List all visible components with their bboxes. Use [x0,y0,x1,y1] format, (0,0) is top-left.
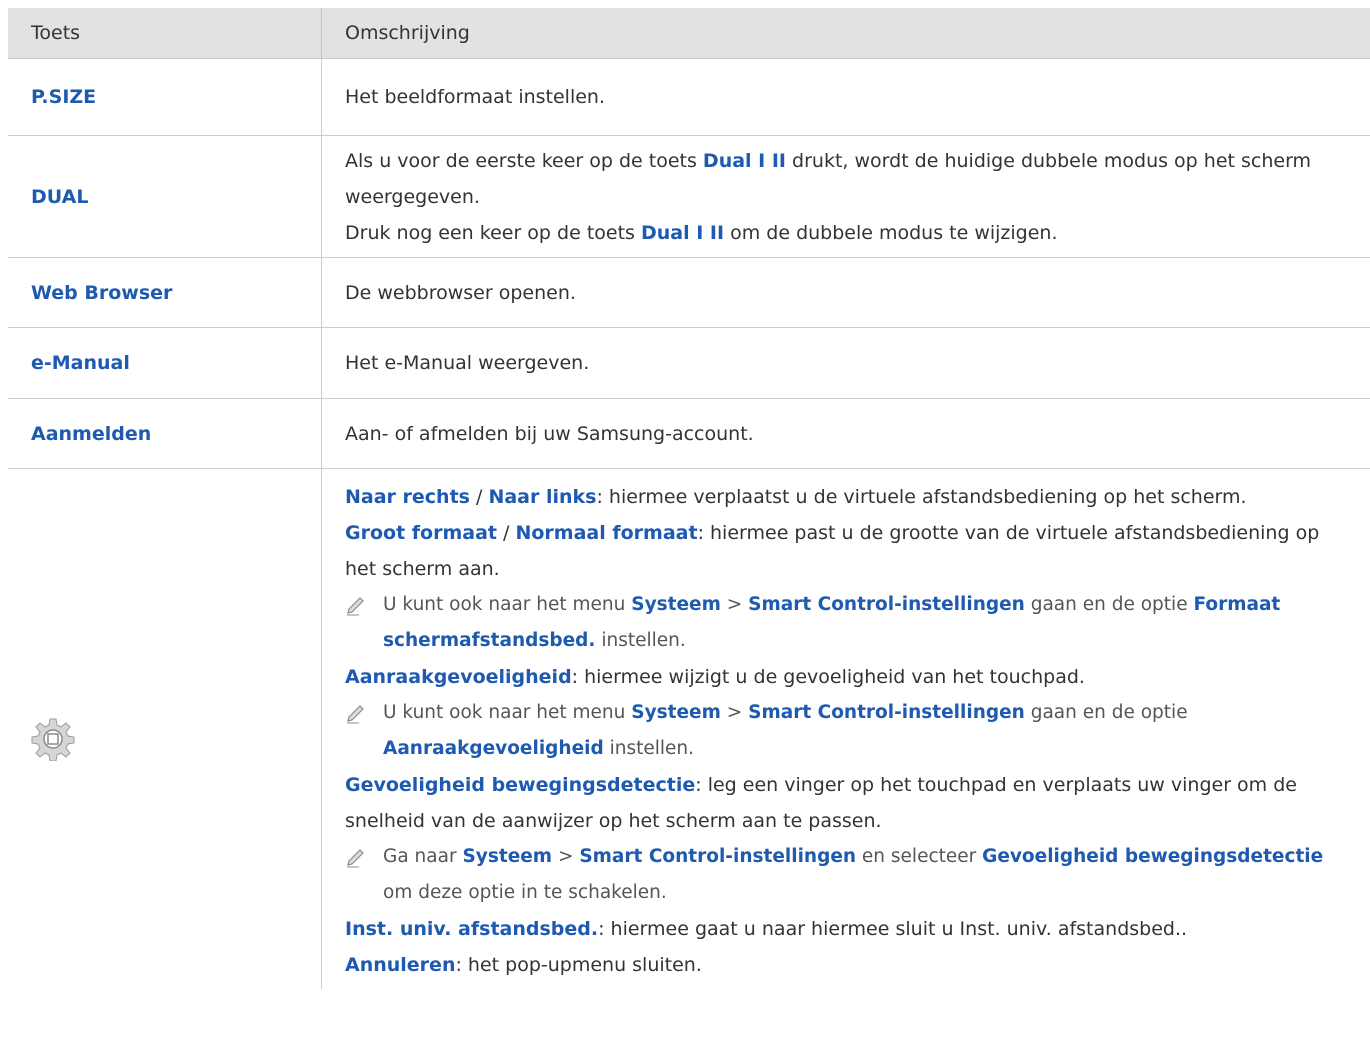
header-key: Toets [31,22,81,44]
pencil-icon [345,695,383,767]
option-motion-sensitivity: Gevoeligheid bewegingsdetectie: leg een … [345,774,1297,832]
option-cancel: Annuleren: het pop-upmenu sluiten. [345,954,702,976]
key-psize: P.SIZE [31,86,97,108]
table-row: e-Manual Het e-Manual weergeven. [8,328,1370,399]
table-row: P.SIZE Het beeldformaat instellen. [8,59,1370,136]
option-touch-sensitivity: Aanraakgevoeligheid: hiermee wijzigt u d… [345,666,1085,688]
description: Het e-Manual weergeven. [345,352,590,374]
dual-key-ref: Dual I II [702,149,786,172]
table-row: Web Browser De webbrowser openen. [8,258,1370,328]
description: De webbrowser openen. [345,281,576,304]
description: Het beeldformaat instellen. [345,86,606,108]
option-move: Naar rechts / Naar links: hiermee verpla… [345,486,1247,508]
table-header: Toets Omschrijving [8,8,1370,59]
description: Als u voor de eerste keer op de toets Du… [345,149,1312,208]
key-description-table: Toets Omschrijving P.SIZE Het beeldforma… [8,8,1370,989]
note: Ga naar Systeem > Smart Control-instelli… [345,839,1350,911]
pencil-icon [345,839,383,911]
key-aanmelden: Aanmelden [31,422,152,445]
key-web-browser: Web Browser [31,281,173,304]
table-row: Aanmelden Aan- of afmelden bij uw Samsun… [8,399,1370,469]
note: U kunt ook naar het menu Systeem > Smart… [345,695,1350,767]
description: Druk nog een keer op de toets Dual I II … [345,221,1058,244]
key-e-manual: e-Manual [31,352,130,374]
option-size: Groot formaat / Normaal formaat: hiermee… [345,522,1320,580]
table-row: DUAL Als u voor de eerste keer op de toe… [8,136,1370,258]
table-row: Naar rechts / Naar links: hiermee verpla… [8,469,1370,989]
description: Aan- of afmelden bij uw Samsung-account. [345,422,754,445]
key-dual: DUAL [31,185,89,208]
pencil-icon [345,587,383,659]
dual-key-ref: Dual I II [640,221,725,244]
option-universal-remote: Inst. univ. afstandsbed.: hiermee gaat u… [345,918,1188,940]
header-description: Omschrijving [321,8,1370,58]
note: U kunt ook naar het menu Systeem > Smart… [345,587,1350,659]
gear-icon [31,717,75,765]
